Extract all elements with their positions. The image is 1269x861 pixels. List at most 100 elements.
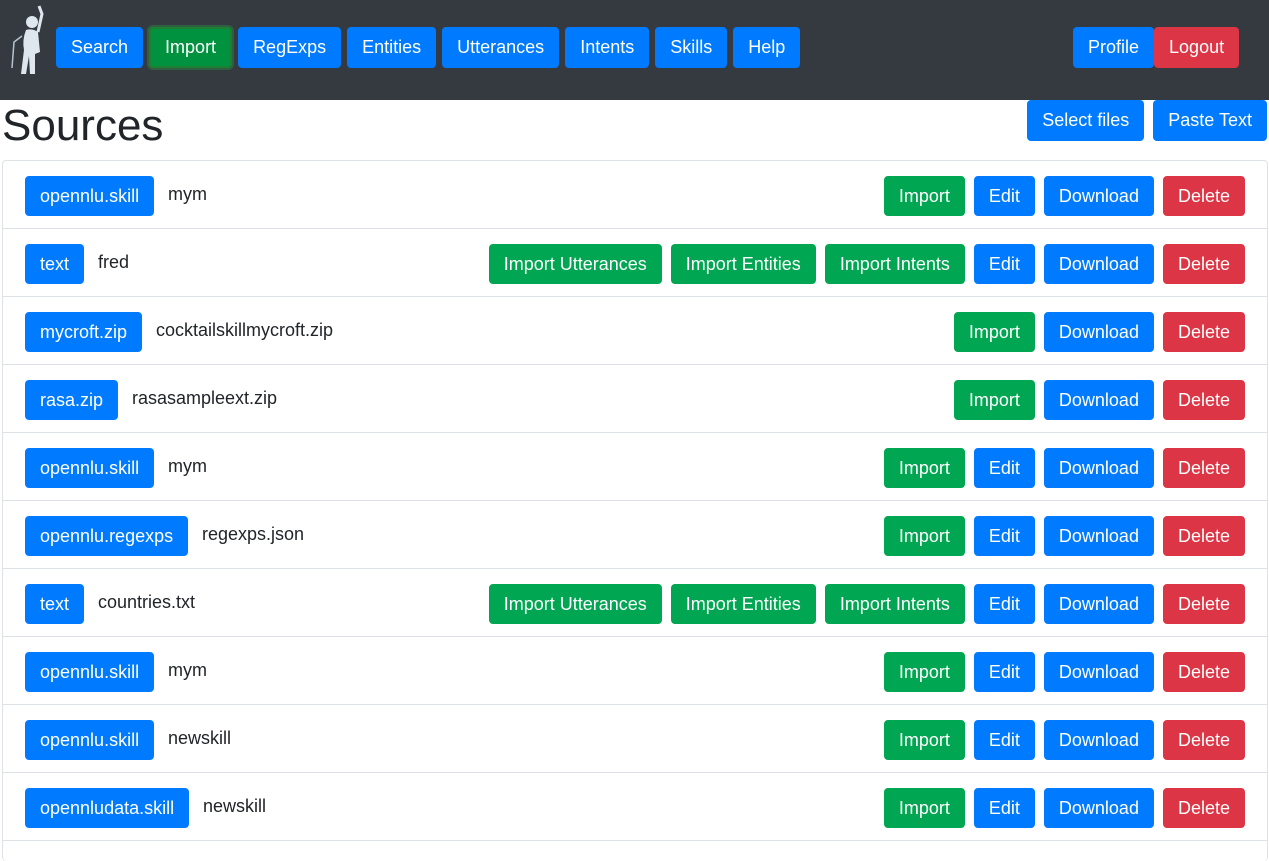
nav-regexps-button[interactable]: RegExps <box>238 27 342 68</box>
download-button[interactable]: Download <box>1043 380 1154 420</box>
import-button[interactable]: Import <box>883 652 965 692</box>
page-title: Sources <box>2 101 164 150</box>
source-type-badge[interactable]: opennlu.regexps <box>25 516 189 556</box>
source-row: mycroft.zip cocktailskillmycroft.zip Impor… <box>3 297 1267 365</box>
top-navbar: Search Import RegExps Entities Utterances Int… <box>0 0 1269 100</box>
download-button[interactable]: Download <box>1043 312 1154 352</box>
edit-button[interactable]: Edit <box>973 584 1035 624</box>
nav-intents-button[interactable]: Intents <box>565 27 650 68</box>
delete-button[interactable]: Delete <box>1162 244 1245 284</box>
source-type-badge[interactable]: opennlu.skill <box>25 652 155 692</box>
source-type-badge[interactable]: opennludata.skill <box>25 788 190 828</box>
source-filename: countries.txt <box>98 592 196 612</box>
source-type-badge[interactable]: opennlu.skill <box>25 176 155 216</box>
delete-button[interactable]: Delete <box>1162 584 1245 624</box>
source-filename: mym <box>168 660 207 680</box>
import-button[interactable]: Import <box>883 516 965 556</box>
source-type-badge[interactable]: opennlu.skill <box>25 448 155 488</box>
logout-button[interactable]: Logout <box>1154 27 1240 68</box>
sources-list: opennlu.skill mym Import Edit Download Delete… <box>2 160 1268 861</box>
import-entities-button[interactable]: Import Entities <box>670 244 816 284</box>
delete-button[interactable]: Delete <box>1162 652 1245 692</box>
edit-button[interactable]: Edit <box>973 176 1035 216</box>
edit-button[interactable]: Edit <box>973 720 1035 760</box>
source-filename: newskill <box>203 796 267 816</box>
row-actions: Import Utterances Import Entities Import I… <box>488 244 1245 284</box>
nav-entities-button[interactable]: Entities <box>347 27 437 68</box>
row-actions: Import Edit Download Delete <box>883 720 1245 760</box>
source-filename: regexps.json <box>202 524 305 544</box>
import-button[interactable]: Import <box>883 720 965 760</box>
source-row: opennlu.skill mym Import Edit Download Delete <box>3 433 1267 501</box>
import-button[interactable]: Import <box>883 176 965 216</box>
edit-button[interactable]: Edit <box>973 516 1035 556</box>
edit-button[interactable]: Edit <box>973 788 1035 828</box>
nav-import-button[interactable]: Import <box>149 27 233 68</box>
row-actions: Import Utterances Import Entities Import I… <box>488 584 1245 624</box>
edit-button[interactable]: Edit <box>973 652 1035 692</box>
source-row: text countries.txt Import Utterances Import… <box>3 569 1267 637</box>
import-utterances-button[interactable]: Import Utterances <box>488 244 662 284</box>
download-button[interactable]: Download <box>1043 176 1154 216</box>
source-filename: rasasampleext.zip <box>132 388 278 408</box>
source-type-badge[interactable]: mycroft.zip <box>25 312 143 352</box>
import-button[interactable]: Import <box>953 380 1035 420</box>
source-filename: fred <box>98 252 130 272</box>
download-button[interactable]: Download <box>1043 516 1154 556</box>
download-button[interactable]: Download <box>1043 788 1154 828</box>
download-button[interactable]: Download <box>1043 448 1154 488</box>
source-row: opennlu.skill newskill Import Edit Download D… <box>3 705 1267 773</box>
import-button[interactable]: Import <box>883 448 965 488</box>
user-nav: Profile Logout <box>1073 27 1240 68</box>
source-row: text fred Import Utterances Import Entities… <box>3 229 1267 297</box>
import-button[interactable]: Import <box>883 788 965 828</box>
source-filename: newskill <box>168 728 232 748</box>
source-type-badge[interactable]: text <box>25 244 85 284</box>
delete-button[interactable]: Delete <box>1162 380 1245 420</box>
download-button[interactable]: Download <box>1043 652 1154 692</box>
nav-help-button[interactable]: Help <box>733 27 801 68</box>
source-row: opennludata.skill newskill Import Edit Downl… <box>3 773 1267 841</box>
delete-button[interactable]: Delete <box>1162 312 1245 352</box>
source-filename: mym <box>168 184 207 204</box>
source-type-badge[interactable]: opennlu.skill <box>25 720 155 760</box>
row-actions: Import Edit Download Delete <box>883 652 1245 692</box>
row-actions: Import Download Delete <box>953 312 1245 352</box>
source-filename: cocktailskillmycroft.zip <box>156 320 334 340</box>
profile-button[interactable]: Profile <box>1073 27 1155 68</box>
import-utterances-button[interactable]: Import Utterances <box>488 584 662 624</box>
main-nav: Search Import RegExps Entities Utterances Int… <box>56 27 801 68</box>
edit-button[interactable]: Edit <box>973 448 1035 488</box>
import-intents-button[interactable]: Import Intents <box>824 584 965 624</box>
source-type-badge[interactable]: text <box>25 584 85 624</box>
edit-button[interactable]: Edit <box>973 244 1035 284</box>
import-intents-button[interactable]: Import Intents <box>824 244 965 284</box>
download-button[interactable]: Download <box>1043 584 1154 624</box>
row-actions: Import Edit Download Delete <box>883 788 1245 828</box>
delete-button[interactable]: Delete <box>1162 720 1245 760</box>
source-row: rasa.zip rasasampleext.zip Import Download D… <box>3 365 1267 433</box>
download-button[interactable]: Download <box>1043 244 1154 284</box>
row-actions: Import Edit Download Delete <box>883 448 1245 488</box>
delete-button[interactable]: Delete <box>1162 788 1245 828</box>
source-row: opennlu.skill mym Import Edit Download Delete <box>3 161 1267 229</box>
singer-logo-icon[interactable] <box>8 2 48 76</box>
source-type-badge[interactable]: rasa.zip <box>25 380 119 420</box>
select-files-button[interactable]: Select files <box>1027 100 1145 141</box>
nav-skills-button[interactable]: Skills <box>655 27 728 68</box>
delete-button[interactable]: Delete <box>1162 176 1245 216</box>
import-button[interactable]: Import <box>953 312 1035 352</box>
nav-search-button[interactable]: Search <box>56 27 144 68</box>
source-row: opennlu.skill mym Import Edit Download Delete <box>3 637 1267 705</box>
import-entities-button[interactable]: Import Entities <box>670 584 816 624</box>
delete-button[interactable]: Delete <box>1162 516 1245 556</box>
row-actions: Import Edit Download Delete <box>883 516 1245 556</box>
source-actions: Select files Paste Text <box>1027 100 1267 141</box>
row-actions: Import Edit Download Delete <box>883 176 1245 216</box>
download-button[interactable]: Download <box>1043 720 1154 760</box>
source-filename: mym <box>168 456 207 476</box>
delete-button[interactable]: Delete <box>1162 448 1245 488</box>
nav-utterances-button[interactable]: Utterances <box>442 27 560 68</box>
source-row: opennlu.regexps regexps.json Import Edit Dow… <box>3 501 1267 569</box>
paste-text-button[interactable]: Paste Text <box>1153 100 1267 141</box>
